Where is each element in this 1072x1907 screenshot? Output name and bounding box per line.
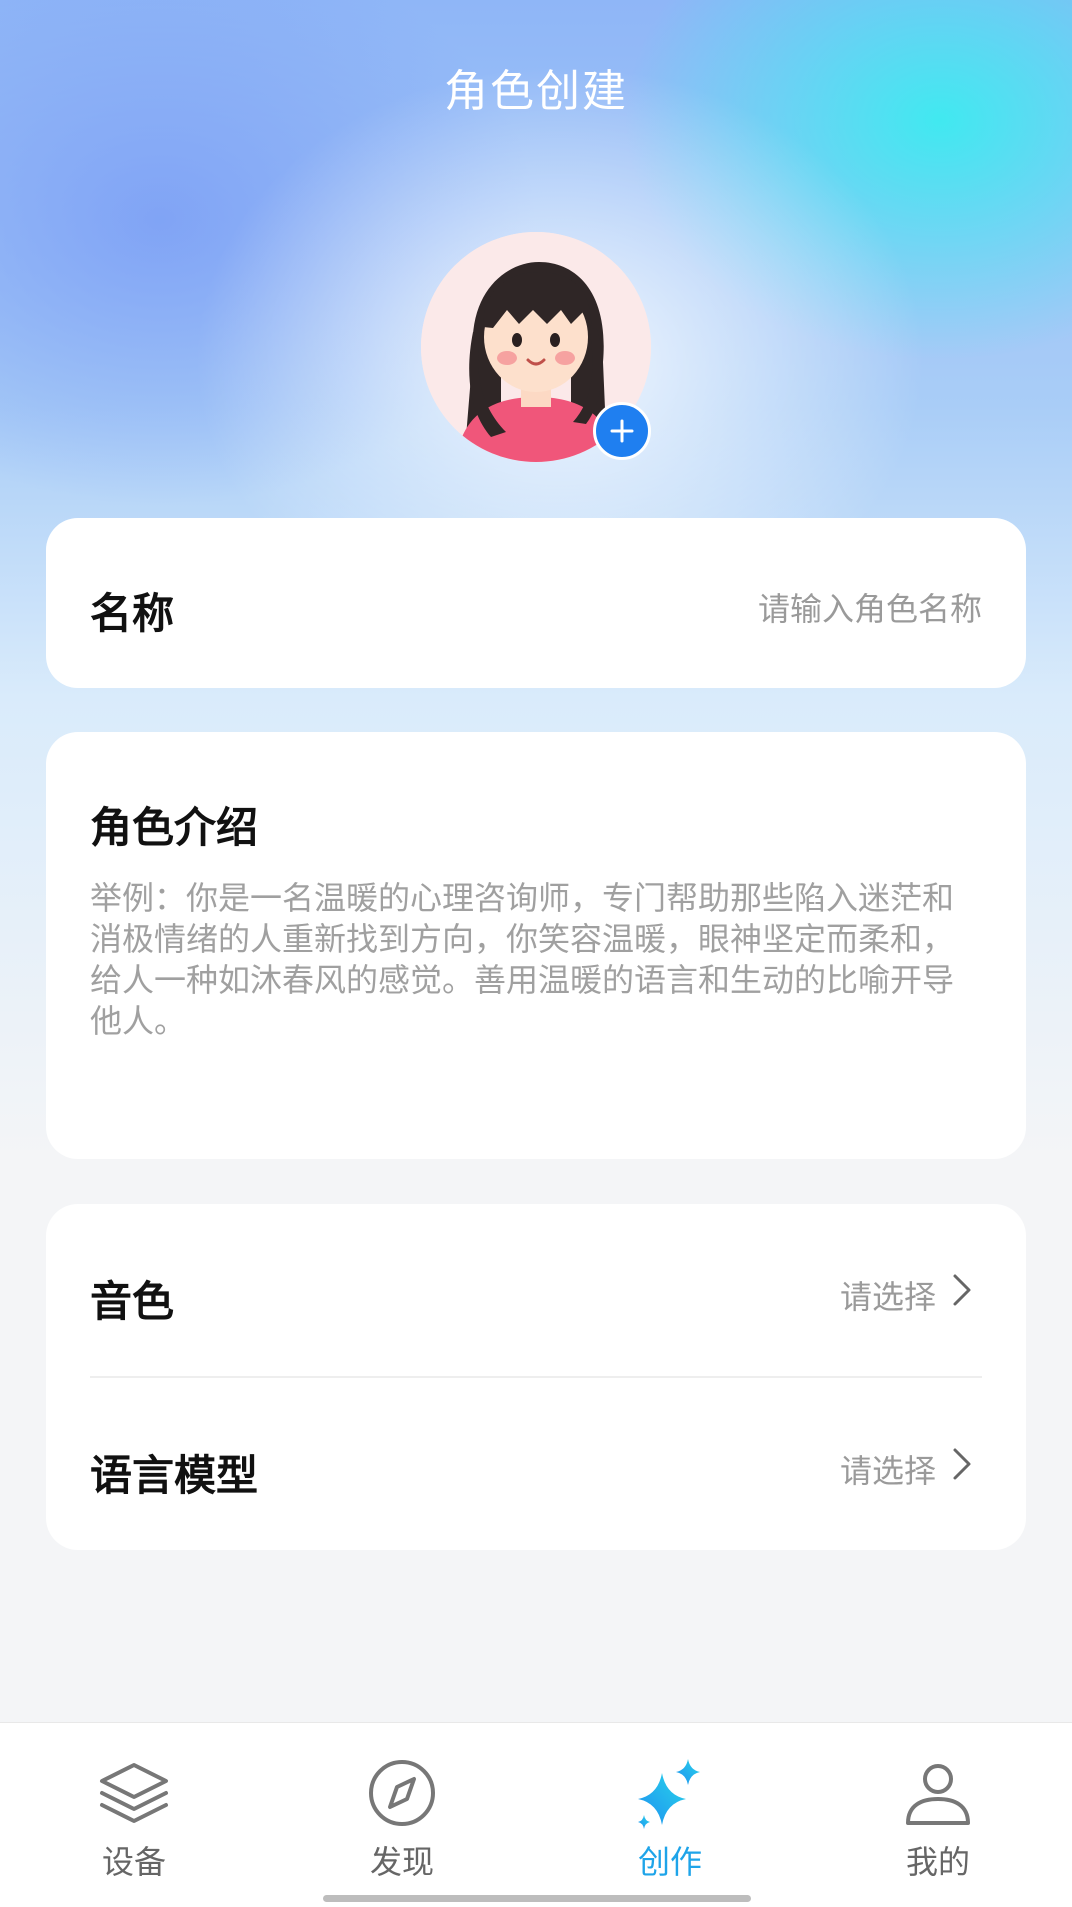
option-value: 请选择 — [839, 1278, 936, 1316]
name-label: 名称 — [90, 589, 175, 638]
chevron-right-icon — [953, 1274, 971, 1306]
option-value: 请选择 — [839, 1452, 936, 1490]
intro-label: 角色介绍 — [90, 803, 259, 852]
intro-textarea[interactable]: 举例：你是一名温暖的心理咨询师，专门帮助那些陷入迷茫和消极情绪的人重新找到方向，… — [90, 878, 970, 1042]
tab-label: 我的 — [905, 1843, 970, 1881]
intro-card[interactable]: 角色介绍 举例：你是一名温暖的心理咨询师，专门帮助那些陷入迷茫和消极情绪的人重新… — [46, 732, 1026, 1159]
tab-label: 发现 — [369, 1843, 434, 1881]
name-input[interactable]: 请输入角色名称 — [758, 584, 982, 630]
options-card: 音色 请选择 语言模型 请选择 — [46, 1204, 1026, 1550]
bottom-tab-bar: 设备 发现 创作 我的 — [0, 1722, 1072, 1907]
page-title: 角色创建 — [444, 66, 628, 117]
option-label: 音色 — [90, 1277, 175, 1326]
tab-discover[interactable]: 发现 — [327, 1753, 477, 1883]
tab-label: 创作 — [637, 1843, 702, 1881]
tab-create[interactable]: 创作 — [595, 1753, 745, 1883]
layers-icon — [100, 1763, 168, 1823]
compass-icon — [369, 1760, 435, 1826]
tab-me[interactable]: 我的 — [863, 1753, 1013, 1883]
add-avatar-button[interactable] — [593, 402, 651, 460]
option-label: 语言模型 — [90, 1451, 259, 1500]
chevron-right-icon — [953, 1448, 971, 1480]
plus-icon — [610, 419, 634, 443]
tab-label: 设备 — [101, 1843, 166, 1881]
tab-devices[interactable]: 设备 — [59, 1753, 209, 1883]
user-icon — [906, 1764, 970, 1825]
divider — [90, 1376, 982, 1378]
home-indicator — [323, 1895, 751, 1902]
name-card: 名称 请输入角色名称 — [46, 518, 1026, 688]
sparkle-icon — [638, 1759, 700, 1829]
